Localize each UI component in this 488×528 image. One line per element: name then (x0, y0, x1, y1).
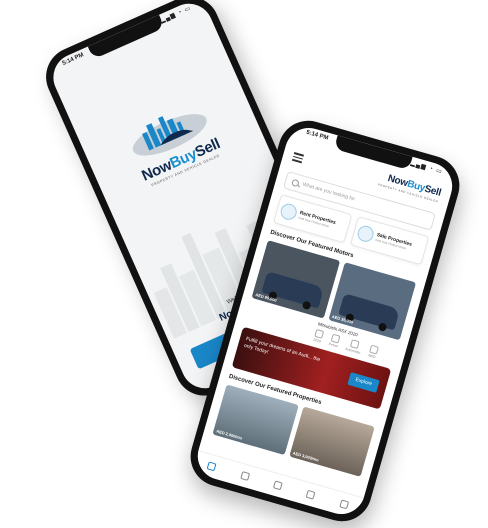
property-card[interactable]: AED 3,000/mo (288, 406, 375, 477)
add-tab-icon[interactable] (272, 480, 283, 491)
profile-tab-icon[interactable] (339, 499, 349, 510)
spec-item: Automatic (345, 338, 364, 355)
spec-item: 2020 (313, 328, 325, 344)
chat-tab-icon[interactable] (305, 489, 316, 500)
status-icons: ▂▄▆ ◔ ▭ (409, 160, 444, 176)
home-tab-icon[interactable] (206, 461, 217, 472)
car-image (261, 271, 324, 309)
motors-tab-icon[interactable] (239, 470, 250, 481)
search-icon (291, 178, 300, 187)
status-time: 5:14 PM (61, 52, 85, 67)
property-price: AED 3,000/mo (292, 450, 320, 463)
banner-text: Fulfill your dreams of an Audi... the on… (243, 336, 321, 364)
property-price: AED 2,000/mo (215, 428, 243, 441)
phone-notch (87, 14, 165, 60)
spec-item: Petrol (328, 333, 341, 348)
explore-button[interactable]: Explore (347, 372, 380, 393)
menu-icon[interactable] (291, 150, 305, 165)
car-image (337, 293, 401, 331)
spec-item: 4WD (367, 344, 379, 360)
search-placeholder: What are you looking for (301, 181, 356, 203)
status-time: 5:14 PM (305, 129, 329, 142)
building-icon (355, 223, 376, 244)
building-icon (278, 201, 299, 222)
brand-logo: NowBuySell PROPERTY AND VEHICLE DEALER (82, 78, 264, 207)
status-icons: ▂▄▆ ◔ ▭ (159, 5, 193, 25)
